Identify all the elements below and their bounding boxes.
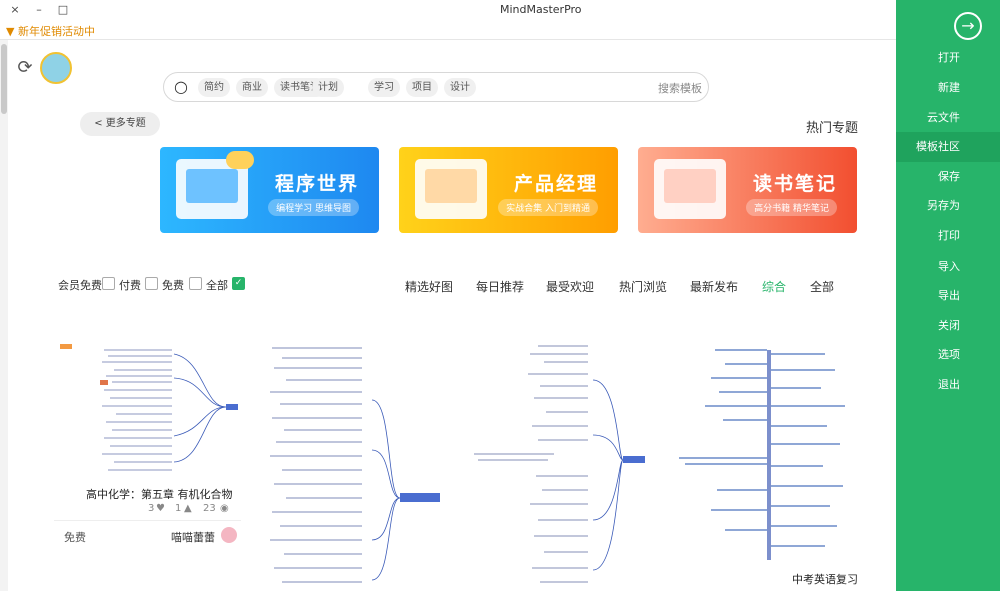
tab-favorite[interactable]: 最受欢迎 bbox=[546, 278, 594, 295]
sidebar-item-save[interactable]: 保存 bbox=[896, 162, 1000, 192]
banner-title: 读书笔记 bbox=[752, 173, 837, 195]
sidebar-item-cloud[interactable]: 云文件 bbox=[896, 103, 1000, 133]
tab-general[interactable]: 综合 bbox=[762, 278, 786, 295]
tab-popular[interactable]: 热门浏览 bbox=[619, 278, 667, 295]
search-placeholder: 搜索模板 bbox=[658, 82, 702, 95]
sidebar-item-exit[interactable]: 退出 bbox=[896, 370, 1000, 400]
tab-featured[interactable]: 精选好图 bbox=[405, 278, 453, 295]
sidebar-item-new[interactable]: 新建 bbox=[896, 73, 1000, 103]
filter-label: 全部 bbox=[206, 279, 228, 292]
heart-icon[interactable]: ♥ bbox=[156, 503, 165, 514]
section-title: 热门专题 bbox=[806, 121, 859, 136]
search-chip[interactable]: 设计 bbox=[444, 78, 476, 97]
author-name[interactable]: 喵喵蕾蕾 bbox=[171, 529, 215, 545]
sidebar-item-save-as[interactable]: 另存为 bbox=[896, 191, 1000, 221]
scrollbar-thumb[interactable] bbox=[1, 44, 7, 114]
more-topics-button[interactable]: < 更多专题 bbox=[80, 112, 160, 136]
favorite-count: 3 bbox=[148, 503, 155, 514]
window-title: MindMasterPro bbox=[500, 3, 582, 16]
scrollbar[interactable] bbox=[0, 40, 8, 591]
banner-title: 产品经理 bbox=[513, 173, 598, 195]
promo-link[interactable]: ▼ 新年促销活动中 bbox=[6, 23, 95, 39]
promo-strip: ▼ 新年促销活动中 bbox=[0, 20, 896, 40]
minimize-window-button[interactable]: – bbox=[30, 1, 48, 19]
mindmap-thumbnail bbox=[60, 344, 238, 471]
sidebar-item-print[interactable]: 打印 bbox=[896, 221, 1000, 251]
search-bar[interactable]: ○ 简约 商业 读书笔记 计划 学习 项目 设计 搜索模板 bbox=[163, 72, 709, 102]
author-avatar[interactable] bbox=[221, 527, 237, 543]
tab-all[interactable]: 全部 bbox=[810, 278, 834, 295]
tab-latest[interactable]: 最新发布 bbox=[690, 278, 738, 295]
close-window-button[interactable]: × bbox=[6, 1, 24, 19]
template-card[interactable] bbox=[468, 340, 653, 591]
refresh-icon[interactable]: ⟳ bbox=[14, 57, 36, 79]
sidebar-item-export[interactable]: 导出 bbox=[896, 281, 1000, 311]
card-title: 中考英语复习 bbox=[792, 573, 858, 586]
banner-subtitle: 实战合集 入门到精通 bbox=[498, 199, 598, 216]
banner-programming[interactable]: 程序世界 编程学习 思维导图 bbox=[160, 147, 379, 233]
search-chip[interactable]: 学习 bbox=[368, 78, 400, 97]
card-title: 高中化学：第五章 有机化合物 bbox=[86, 488, 233, 501]
filter-label: 免费 bbox=[162, 279, 184, 292]
chart-illustration-icon bbox=[415, 159, 487, 219]
banner-title: 程序世界 bbox=[274, 173, 359, 195]
window-titlebar: × – □ MindMasterPro bbox=[0, 0, 896, 20]
book-illustration-icon bbox=[654, 159, 726, 219]
sidebar-item-close[interactable]: 关闭 bbox=[896, 311, 1000, 341]
template-card[interactable] bbox=[262, 340, 462, 591]
mindmap-thumbnail bbox=[679, 349, 845, 560]
code-illustration-icon bbox=[176, 151, 254, 219]
eye-icon: ◉ bbox=[220, 503, 229, 514]
search-chip[interactable]: 简约 bbox=[198, 78, 230, 97]
search-chip[interactable]: 项目 bbox=[406, 78, 438, 97]
filter-label: 会员免费 bbox=[58, 279, 102, 292]
view-count: 23 bbox=[203, 503, 216, 514]
sidebar: → 打开 新建 云文件 模板社区 保存 另存为 打印 导入 导出 关闭 选项 退… bbox=[896, 0, 1000, 591]
search-chip[interactable]: 计划 bbox=[312, 78, 344, 97]
filter-checkbox-paid[interactable] bbox=[145, 277, 158, 290]
maximize-window-button[interactable]: □ bbox=[54, 1, 72, 19]
banner-reading-notes[interactable]: 读书笔记 高分书籍 精华笔记 bbox=[638, 147, 857, 233]
thumbs-up-icon[interactable]: ▲ bbox=[184, 503, 192, 514]
search-icon[interactable]: ○ bbox=[174, 77, 188, 96]
arrow-right-circle-icon[interactable]: → bbox=[954, 12, 982, 40]
tab-daily[interactable]: 每日推荐 bbox=[476, 278, 524, 295]
card-author-row: 免费 喵喵蕾蕾 bbox=[54, 520, 241, 550]
filter-label: 付费 bbox=[119, 279, 141, 292]
avatar[interactable] bbox=[40, 52, 72, 84]
banner-subtitle: 高分书籍 精华笔记 bbox=[746, 199, 837, 216]
banner-subtitle: 编程学习 思维导图 bbox=[268, 199, 359, 216]
card-price: 免费 bbox=[64, 531, 86, 544]
like-count: 1 bbox=[175, 503, 182, 514]
sidebar-item-import[interactable]: 导入 bbox=[896, 252, 1000, 282]
banner-product-manager[interactable]: 产品经理 实战合集 入门到精通 bbox=[399, 147, 618, 233]
filter-checkbox-member[interactable] bbox=[102, 277, 115, 290]
template-card[interactable] bbox=[675, 340, 865, 591]
sidebar-item-open[interactable]: 打开 bbox=[896, 43, 1000, 73]
mindmap-thumbnail bbox=[474, 345, 645, 583]
search-chip[interactable]: 商业 bbox=[236, 78, 268, 97]
sidebar-item-options[interactable]: 选项 bbox=[896, 340, 1000, 370]
filter-checkbox-all[interactable]: ✓ bbox=[232, 277, 245, 290]
filter-checkbox-free[interactable] bbox=[189, 277, 202, 290]
template-card[interactable] bbox=[54, 340, 241, 591]
sidebar-item-templates[interactable]: 模板社区 bbox=[896, 132, 1000, 162]
mindmap-thumbnail bbox=[270, 347, 440, 583]
